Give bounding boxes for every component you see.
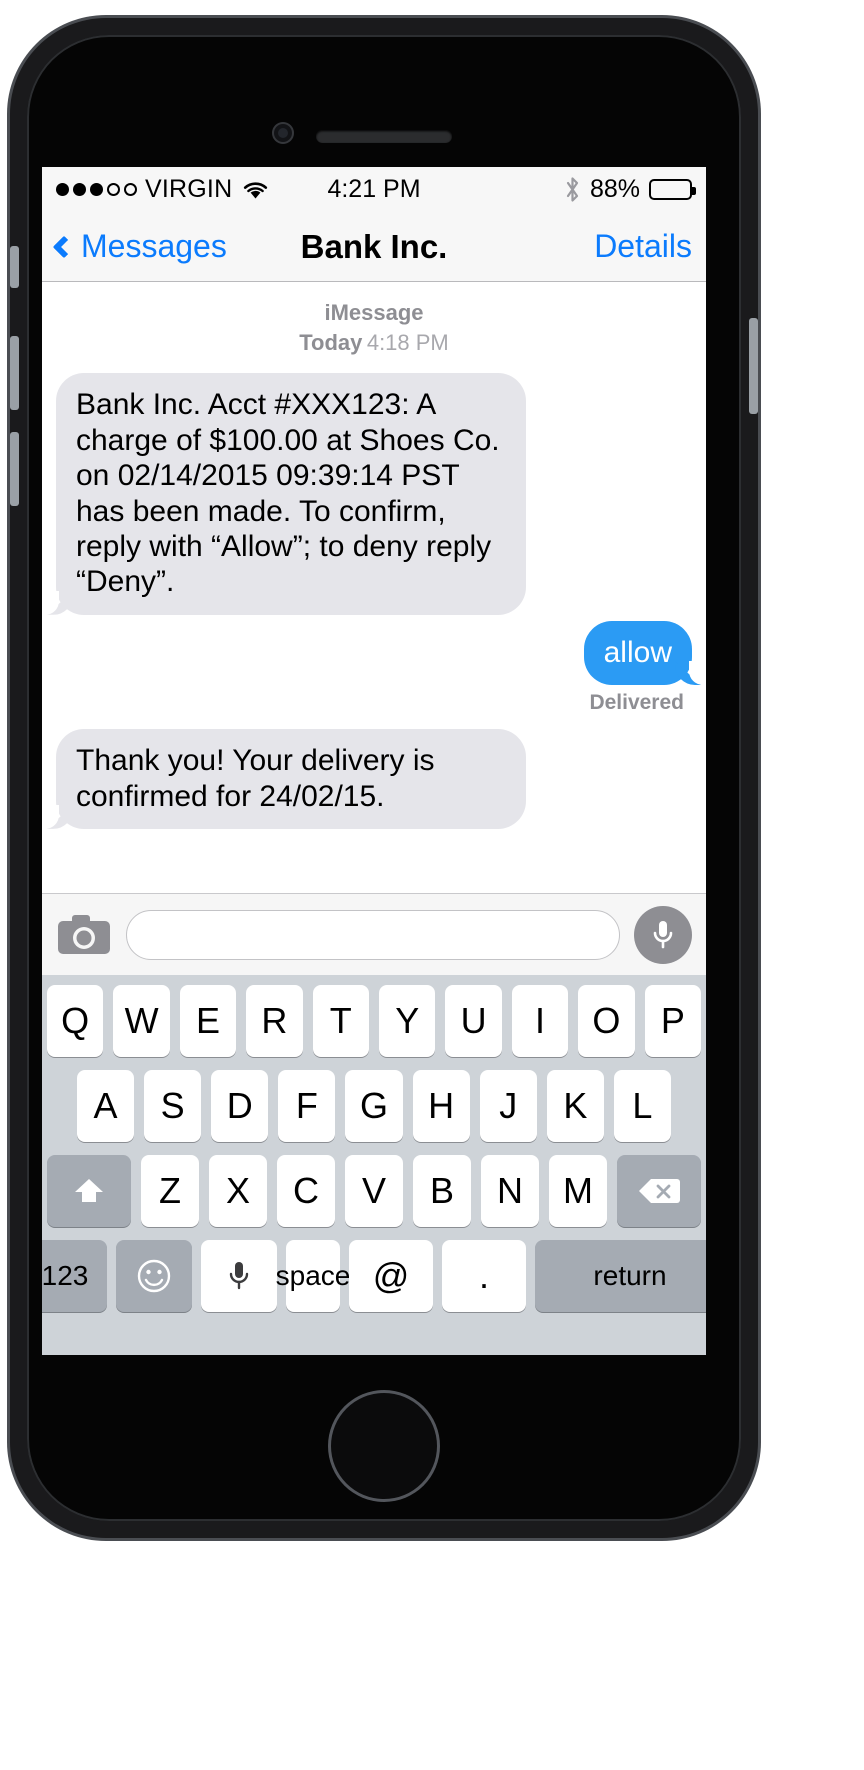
key-p[interactable]: P [645, 985, 701, 1057]
key-z[interactable]: Z [141, 1155, 199, 1227]
message-service-label: iMessage [42, 298, 706, 328]
thread-timestamp-header: iMessage Today 4:18 PM [42, 298, 706, 357]
microphone-icon[interactable] [634, 906, 692, 964]
key-i[interactable]: I [512, 985, 568, 1057]
period-key[interactable]: . [442, 1240, 526, 1312]
keyboard-row-3: Z X C V B N M [47, 1155, 701, 1227]
keyboard-row-1: Q W E R T Y U I O P [47, 985, 701, 1057]
backspace-delete-icon[interactable] [617, 1155, 701, 1227]
key-y[interactable]: Y [379, 985, 435, 1057]
key-w[interactable]: W [113, 985, 169, 1057]
key-d[interactable]: D [211, 1070, 268, 1142]
space-key[interactable]: space [286, 1240, 340, 1312]
key-g[interactable]: G [345, 1070, 402, 1142]
key-v[interactable]: V [345, 1155, 403, 1227]
on-screen-keyboard[interactable]: Q W E R T Y U I O P A S D F G H J K L [42, 975, 706, 1355]
carrier-name: VIRGIN [145, 175, 232, 204]
message-time-label: 4:18 PM [367, 330, 449, 355]
volume-up-button[interactable] [10, 336, 19, 410]
screenshot-stage: VIRGIN 4:21 PM 88% [0, 0, 864, 1770]
message-bubble-received[interactable]: Thank you! Your delivery is confirmed fo… [56, 729, 526, 829]
smiley-face-icon[interactable] [116, 1240, 192, 1312]
key-e[interactable]: E [180, 985, 236, 1057]
message-row-received: Bank Inc. Acct #XXX123: A charge of $100… [42, 373, 706, 614]
status-bar: VIRGIN 4:21 PM 88% [42, 167, 706, 212]
back-button-label: Messages [81, 228, 227, 265]
key-b[interactable]: B [413, 1155, 471, 1227]
compose-bar [42, 893, 706, 975]
volume-down-button[interactable] [10, 432, 19, 506]
key-h[interactable]: H [413, 1070, 470, 1142]
key-m[interactable]: M [549, 1155, 607, 1227]
message-thread[interactable]: iMessage Today 4:18 PM Bank Inc. Acct #X… [42, 282, 706, 893]
key-u[interactable]: U [445, 985, 501, 1057]
status-bar-left: VIRGIN [56, 175, 269, 204]
phone-screen: VIRGIN 4:21 PM 88% [42, 167, 706, 1355]
key-o[interactable]: O [578, 985, 634, 1057]
wifi-icon [242, 180, 269, 200]
key-k[interactable]: K [547, 1070, 604, 1142]
home-button[interactable] [328, 1390, 440, 1502]
bluetooth-icon [564, 176, 581, 203]
battery-icon [649, 179, 692, 200]
earpiece-speaker [316, 130, 452, 143]
keyboard-row-4: 123 space @ [47, 1240, 701, 1312]
navigation-bar: Messages Bank Inc. Details [42, 212, 706, 282]
camera-icon[interactable] [56, 912, 112, 958]
cellular-signal-icon [56, 183, 137, 196]
delivery-status-label: Delivered [42, 691, 706, 715]
key-c[interactable]: C [277, 1155, 335, 1227]
key-q[interactable]: Q [47, 985, 103, 1057]
key-t[interactable]: T [313, 985, 369, 1057]
key-a[interactable]: A [77, 1070, 134, 1142]
chevron-left-icon [53, 235, 76, 258]
message-bubble-received[interactable]: Bank Inc. Acct #XXX123: A charge of $100… [56, 373, 526, 614]
key-j[interactable]: J [480, 1070, 537, 1142]
keyboard-row-2: A S D F G H J K L [47, 1070, 701, 1142]
back-to-messages-button[interactable]: Messages [56, 228, 227, 265]
key-l[interactable]: L [614, 1070, 671, 1142]
silent-switch[interactable] [10, 246, 19, 288]
shift-up-arrow-icon[interactable] [47, 1155, 131, 1227]
message-row-received: Thank you! Your delivery is confirmed fo… [42, 729, 706, 829]
message-input[interactable] [126, 910, 620, 960]
key-f[interactable]: F [278, 1070, 335, 1142]
power-button[interactable] [749, 318, 758, 414]
message-bubble-sent[interactable]: allow [584, 621, 692, 685]
battery-percent-label: 88% [590, 175, 640, 204]
key-r[interactable]: R [246, 985, 302, 1057]
return-key[interactable]: return [535, 1240, 706, 1312]
message-row-sent: allow [42, 621, 706, 685]
message-day-label: Today [299, 330, 362, 355]
at-symbol-key[interactable]: @ [349, 1240, 433, 1312]
numeric-keyboard-button[interactable]: 123 [42, 1240, 107, 1312]
key-s[interactable]: S [144, 1070, 201, 1142]
status-bar-right: 88% [564, 175, 692, 204]
details-button[interactable]: Details [594, 228, 692, 265]
key-x[interactable]: X [209, 1155, 267, 1227]
dictation-microphone-icon[interactable] [201, 1240, 277, 1312]
key-n[interactable]: N [481, 1155, 539, 1227]
front-camera-icon [272, 122, 294, 144]
